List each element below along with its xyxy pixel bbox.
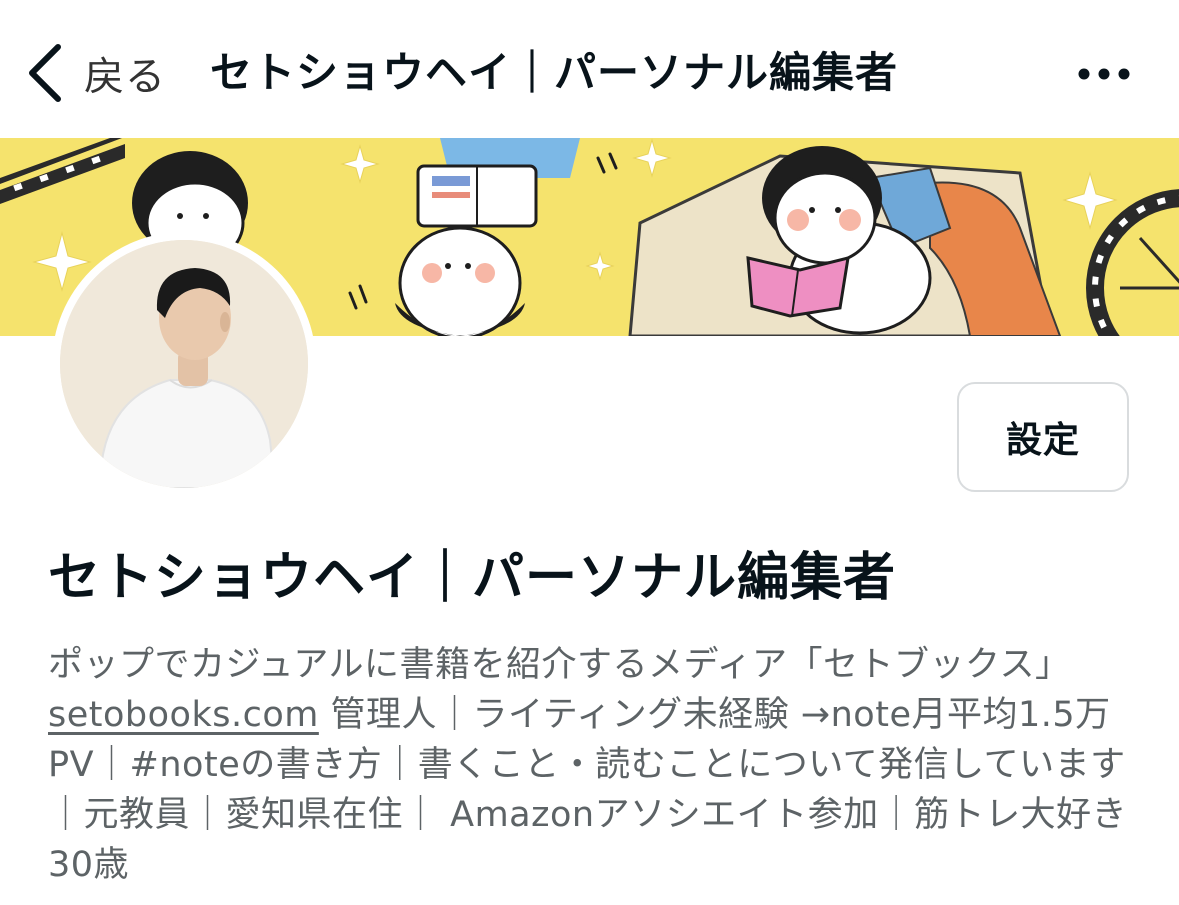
profile-name: セトショウヘイ｜パーソナル編集者 (48, 548, 897, 608)
chevron-left-icon (29, 44, 61, 102)
more-button[interactable] (1074, 56, 1134, 92)
bio-link[interactable]: setobooks.com (48, 695, 319, 735)
avatar[interactable] (60, 240, 308, 488)
avatar-photo (60, 240, 308, 488)
back-button[interactable]: 戻る (24, 38, 166, 108)
more-horizontal-icon (1078, 68, 1130, 80)
settings-button[interactable]: 設定 (957, 382, 1129, 492)
nav-title: セトショウヘイ｜パーソナル編集者 (210, 48, 899, 97)
back-label: 戻る (84, 54, 166, 100)
bio-text-1: ポップでカジュアルに書籍を紹介するメディア「セトブックス」 (48, 645, 1071, 685)
profile-bio: ポップでカジュアルに書籍を紹介するメディア「セトブックス」 setobooks.c… (48, 640, 1138, 890)
nav-bar: 戻る セトショウヘイ｜パーソナル編集者 (0, 0, 1179, 138)
